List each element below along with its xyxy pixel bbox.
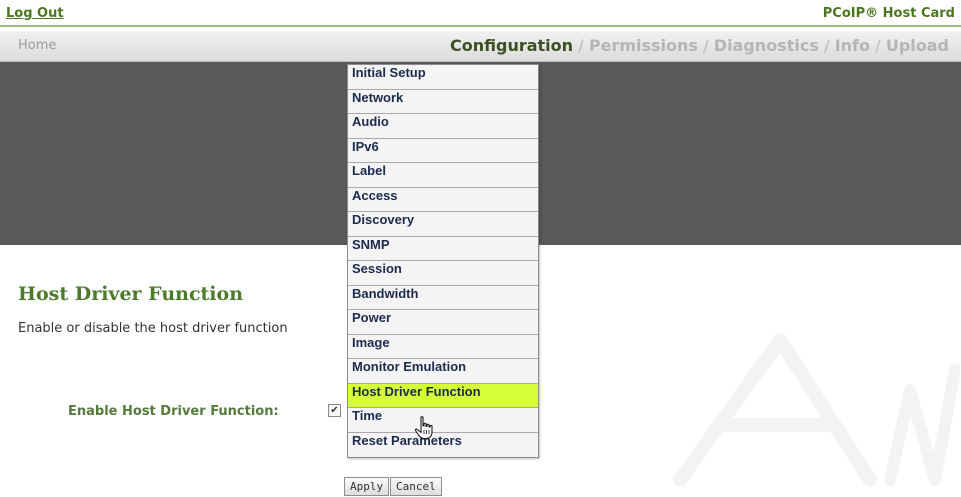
tab-configuration[interactable]: Configuration [450, 36, 573, 55]
menu-item-host-driver-function[interactable]: Host Driver Function [348, 383, 538, 408]
hand-pointer-icon [414, 416, 433, 440]
tab-separator: / [874, 36, 881, 55]
tab-info[interactable]: Info [835, 36, 870, 55]
menu-item-bandwidth[interactable]: Bandwidth [348, 286, 538, 310]
menu-item-audio[interactable]: Audio [348, 114, 538, 139]
main-nav: Home Configuration / Permissions / Diagnosti… [0, 31, 961, 62]
page-title: Host Driver Function [18, 283, 244, 305]
tab-separator: / [578, 36, 584, 55]
enable-host-driver-label: Enable Host Driver Function: [68, 404, 279, 419]
page: Log Out PCoIP® Host Card Home Configurat… [0, 0, 961, 497]
menu-item-access[interactable]: Access [348, 188, 538, 212]
nav-tabs: Configuration / Permissions / Diagnostics / In… [450, 36, 949, 55]
configuration-dropdown-menu: Initial Setup Network Audio IPv6 Label A… [347, 64, 539, 458]
menu-item-power[interactable]: Power [348, 310, 538, 335]
tab-separator: / [823, 36, 830, 55]
logout-link[interactable]: Log Out [6, 6, 64, 21]
enable-host-driver-checkbox[interactable]: ✔ [328, 404, 341, 417]
menu-item-time[interactable]: Time [348, 408, 538, 433]
tab-separator: / [702, 36, 709, 55]
menu-item-ipv6[interactable]: IPv6 [348, 139, 538, 163]
menu-item-reset-parameters[interactable]: Reset Parameters [348, 433, 538, 458]
menu-item-network[interactable]: Network [348, 90, 538, 114]
menu-item-initial-setup[interactable]: Initial Setup [348, 65, 538, 90]
nav-home[interactable]: Home [18, 38, 56, 53]
menu-item-discovery[interactable]: Discovery [348, 212, 538, 237]
tab-upload[interactable]: Upload [886, 36, 949, 55]
top-bar: Log Out PCoIP® Host Card [0, 0, 961, 27]
menu-item-image[interactable]: Image [348, 335, 538, 359]
menu-item-label[interactable]: Label [348, 163, 538, 188]
menu-item-session[interactable]: Session [348, 261, 538, 286]
page-description: Enable or disable the host driver functi… [18, 321, 288, 336]
watermark [673, 333, 960, 487]
cancel-button[interactable]: Cancel [390, 477, 442, 496]
tab-diagnostics[interactable]: Diagnostics [714, 36, 819, 55]
tab-permissions[interactable]: Permissions [589, 36, 698, 55]
product-name: PCoIP® Host Card [822, 6, 955, 21]
menu-item-monitor-emulation[interactable]: Monitor Emulation [348, 359, 538, 384]
apply-button[interactable]: Apply [344, 477, 390, 496]
menu-item-snmp[interactable]: SNMP [348, 237, 538, 261]
